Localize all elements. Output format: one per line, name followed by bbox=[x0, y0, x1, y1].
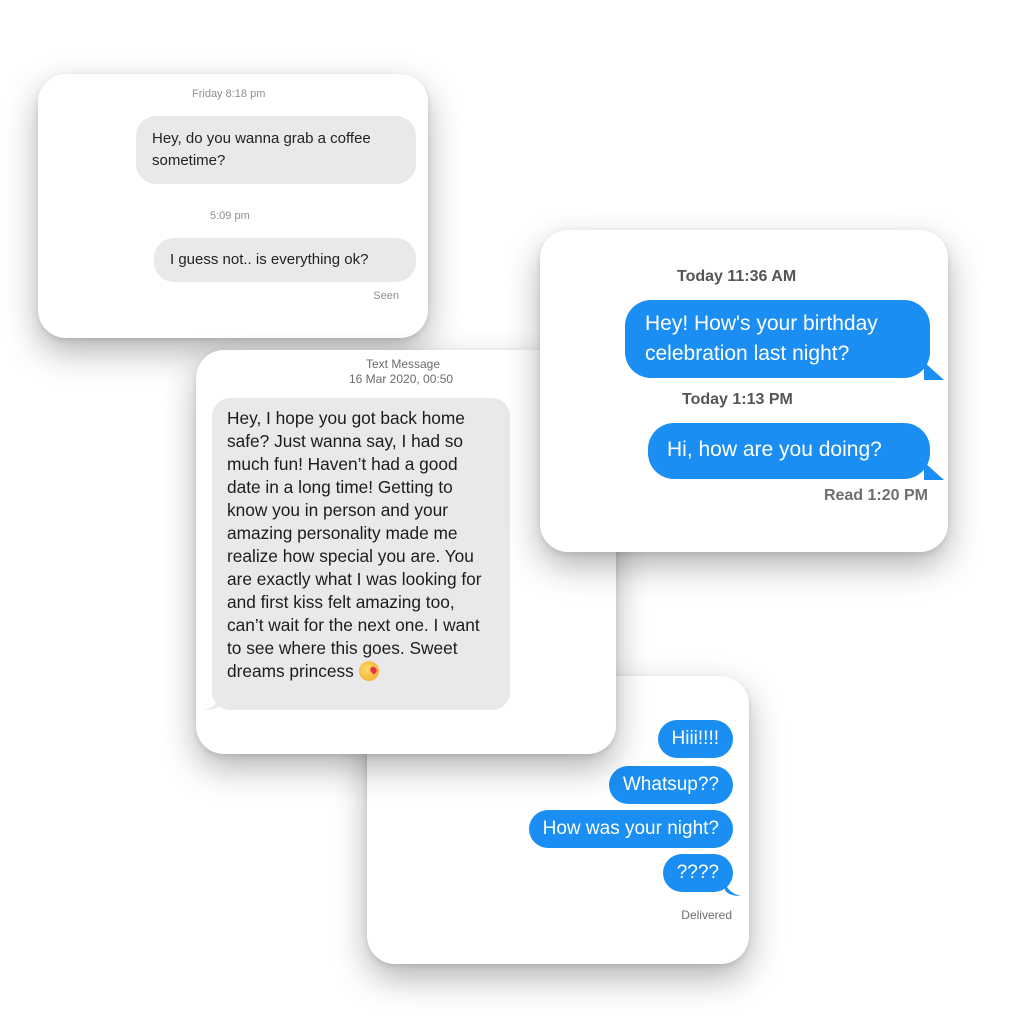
timestamp: 5:09 pm bbox=[210, 210, 250, 222]
message-bubble-sent[interactable]: How was your night? bbox=[528, 810, 733, 848]
message-bubble-sent[interactable]: ???? bbox=[662, 854, 733, 892]
message-text: Hey, I hope you got back home safe? Just… bbox=[227, 408, 482, 681]
delivery-status: Delivered bbox=[681, 908, 732, 922]
conversation-card-coffee: Friday 8:18 pm Hey, do you wanna grab a … bbox=[38, 74, 428, 338]
message-bubble-sent[interactable]: Hiii!!!! bbox=[657, 720, 733, 758]
message-bubble-sent[interactable]: Whatsup?? bbox=[608, 766, 733, 804]
message-bubble-sent[interactable]: Hey, do you wanna grab a coffee sometime… bbox=[136, 116, 416, 184]
message-bubble-sent[interactable]: Hey! How's your birthday celebration las… bbox=[625, 300, 930, 378]
message-bubble-received[interactable]: Hey, I hope you got back home safe? Just… bbox=[212, 398, 510, 710]
bubble-tail-icon bbox=[725, 882, 741, 896]
read-receipt: Seen bbox=[373, 290, 399, 302]
timestamp: Today 1:13 PM bbox=[682, 391, 793, 408]
timestamp: Friday 8:18 pm bbox=[192, 88, 266, 100]
timestamp: Today 11:36 AM bbox=[677, 268, 797, 285]
kissing-face-emoji-icon bbox=[358, 661, 379, 681]
message-bubble-sent[interactable]: I guess not.. is everything ok? bbox=[154, 238, 416, 282]
read-receipt: Read 1:20 PM bbox=[823, 487, 928, 504]
bubble-tail-icon bbox=[924, 362, 944, 380]
bubble-tail-icon bbox=[204, 696, 220, 710]
conversation-header: Text Message bbox=[366, 357, 441, 371]
bubble-tail-icon bbox=[924, 462, 944, 480]
conversation-date: 16 Mar 2020, 00:50 bbox=[349, 372, 454, 386]
conversation-card-android: Today 11:36 AM Hey! How's your birthday … bbox=[540, 230, 948, 552]
message-bubble-sent[interactable]: Hi, how are you doing? bbox=[648, 423, 930, 479]
